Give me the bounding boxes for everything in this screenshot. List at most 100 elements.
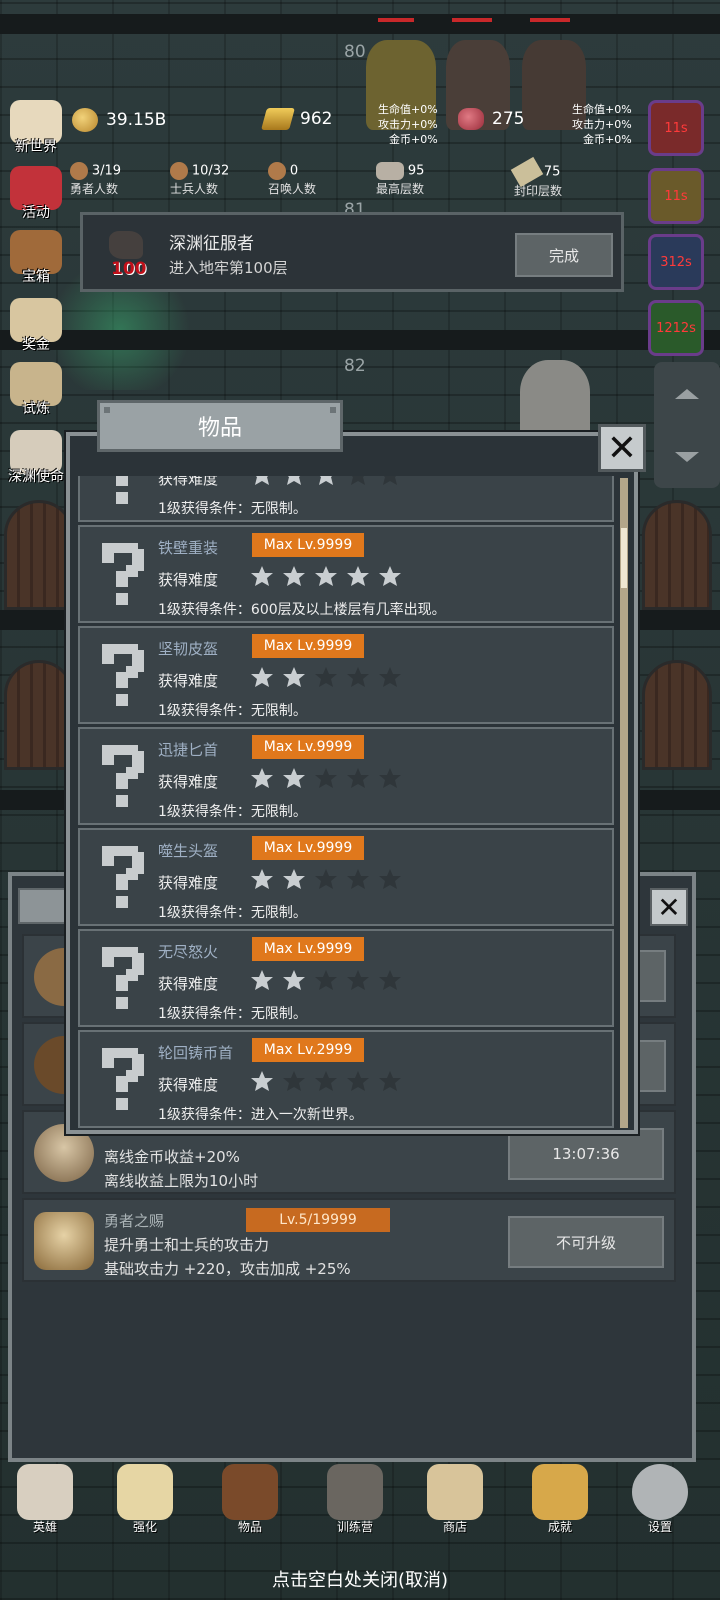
coin-icon: [72, 108, 98, 132]
nav-settings-icon: [632, 1464, 688, 1520]
item-condition: 1级获得条件：600层及以上楼层有几率出现。: [158, 602, 446, 618]
difficulty-label: 获得难度: [158, 672, 219, 690]
star-filled-icon: [283, 768, 305, 788]
item-name: 轮回铸币首: [158, 1044, 234, 1062]
item-name: 无尽怒火: [158, 943, 219, 961]
achievement-badge-icon: 100: [103, 227, 153, 281]
difficulty-label: 获得难度: [158, 975, 219, 993]
nav-shop-button[interactable]: 商店: [410, 1464, 500, 1535]
close-hint[interactable]: 点击空白处关闭(取消): [0, 1566, 720, 1592]
nav-hero-button[interactable]: 英雄: [0, 1464, 90, 1535]
nav-settings-button[interactable]: 设置: [615, 1464, 705, 1535]
mug-icon: [34, 1212, 94, 1270]
star-empty-icon: [379, 869, 401, 889]
item-condition: 1级获得条件：进入一次新世界。: [158, 1107, 363, 1123]
side-activity-button[interactable]: 活动: [2, 166, 70, 228]
item-card[interactable]: 噬生头盔 Max Lv.9999 获得难度 1级获得条件：无限制。: [78, 828, 614, 926]
item-card[interactable]: 坚韧皮盔 Max Lv.9999 获得难度 1级获得条件：无限制。: [78, 626, 614, 724]
item-card[interactable]: 迅捷匕首 Max Lv.9999 获得难度 1级获得条件：无限制。: [78, 727, 614, 825]
floor-scroll-control: [654, 362, 720, 488]
achievement-desc: 进入地牢第100层: [169, 259, 288, 277]
side-new-world-button[interactable]: 新世界: [2, 100, 70, 162]
difficulty-label: 获得难度: [158, 773, 219, 791]
nav-training-button[interactable]: 训练营: [310, 1464, 400, 1535]
item-name: 铁壁重装: [158, 539, 219, 557]
meat-counter: 275: [458, 108, 524, 130]
item-name: 噬生头盔: [158, 842, 219, 860]
side-menu-label: 宝箱: [22, 269, 50, 285]
star-empty-icon: [347, 667, 369, 687]
soldier-head-icon: [170, 162, 188, 180]
item-name: 迅捷匕首: [158, 741, 219, 759]
star-empty-icon: [383, 476, 397, 485]
item-condition: 1级获得条件：无限制。: [158, 1006, 307, 1022]
star-filled-icon: [287, 476, 301, 485]
side-treasure-button[interactable]: 宝箱: [2, 230, 70, 292]
item-condition: 1级获得条件：无限制。: [158, 501, 307, 517]
star-filled-icon: [283, 869, 305, 889]
side-reward-button[interactable]: 奖金: [2, 298, 70, 360]
side-abyss-button[interactable]: 深渊使命: [2, 430, 70, 492]
star-filled-icon: [251, 768, 273, 788]
star-empty-icon: [379, 768, 401, 788]
achievement-title: 深渊征服者: [169, 234, 254, 254]
item-name: 坚韧皮盔: [158, 640, 219, 658]
timer-badge[interactable]: 312s: [648, 234, 704, 290]
difficulty-stars: [250, 565, 402, 587]
timer-badge[interactable]: 1212s: [648, 300, 704, 356]
seal-floor: 75 封印层数: [510, 156, 562, 199]
item-card[interactable]: 铁壁重装 Max Lv.9999 获得难度 1级获得条件：600层及以上楼层有几率出现…: [78, 525, 614, 623]
item-card[interactable]: 轮回铸币首 Max Lv.2999 获得难度 1级获得条件：进入一次新世界。: [78, 1030, 614, 1128]
star-empty-icon: [315, 970, 337, 990]
timer-badge[interactable]: 11s: [648, 168, 704, 224]
gold-bar-icon: [261, 108, 295, 130]
scroll-up-button[interactable]: [675, 388, 699, 399]
item-card[interactable]: 获得难度 1级获得条件：无限制。: [78, 476, 614, 522]
nav-enhance-button[interactable]: 强化: [100, 1464, 190, 1535]
summon-head-icon: [268, 162, 286, 180]
nav-items-button[interactable]: 物品: [205, 1464, 295, 1535]
scroll-down-button[interactable]: [675, 451, 699, 462]
unknown-item-icon: [102, 745, 144, 807]
offline-timer-button[interactable]: 13:07:36: [508, 1128, 664, 1180]
star-filled-icon: [251, 1071, 273, 1091]
item-condition: 1级获得条件：无限制。: [158, 804, 307, 820]
star-empty-icon: [347, 970, 369, 990]
upgrade-disabled-button[interactable]: 不可升级: [508, 1216, 664, 1268]
nav-hero-icon: [17, 1464, 73, 1520]
side-trial-button[interactable]: 试炼: [2, 362, 70, 424]
item-list[interactable]: 获得难度 1级获得条件：无限制。 铁壁重装 Max Lv.9999 获得难度 1级获得条件…: [78, 476, 616, 1128]
difficulty-stars: [250, 868, 402, 890]
nav-label: 商店: [442, 1520, 467, 1534]
modal-title: 物品: [97, 400, 343, 452]
star-filled-icon: [255, 476, 269, 485]
star-filled-icon: [283, 566, 305, 586]
scrollbar-thumb[interactable]: [621, 528, 627, 588]
nav-achievement-button[interactable]: 成就: [515, 1464, 605, 1535]
coin-counter: 39.15B: [72, 108, 166, 132]
gold-counter: 962: [261, 108, 332, 130]
modal-close-button[interactable]: ✕: [598, 424, 646, 472]
item-card[interactable]: 无尽怒火 Max Lv.9999 获得难度 1级获得条件：无限制。: [78, 929, 614, 1027]
upgrade-close-button[interactable]: ✕: [650, 888, 688, 926]
nav-items-icon: [222, 1464, 278, 1520]
unknown-item-icon: [102, 543, 144, 605]
soldiers-count: 10/32 士兵人数: [170, 162, 230, 196]
meat-icon: [458, 108, 484, 130]
timer-badge[interactable]: 11s: [648, 100, 704, 156]
star-empty-icon: [351, 476, 365, 485]
bottom-nav: 英雄 强化 物品 训练营 商店 成就 设置: [0, 1464, 720, 1564]
achievement-banner: 100 深渊征服者 进入地牢第100层 完成: [80, 212, 624, 292]
star-empty-icon: [347, 869, 369, 889]
unknown-item-icon: [102, 1048, 144, 1110]
star-filled-icon: [315, 566, 337, 586]
side-menu-label: 活动: [22, 205, 50, 221]
item-max-level-badge: Max Lv.9999: [252, 836, 364, 860]
difficulty-stars: [250, 666, 402, 688]
star-filled-icon: [251, 970, 273, 990]
star-filled-icon: [347, 566, 369, 586]
star-empty-icon: [379, 667, 401, 687]
achievement-complete-button[interactable]: 完成: [515, 233, 613, 277]
item-max-level-badge: Max Lv.9999: [252, 735, 364, 759]
star-empty-icon: [347, 1071, 369, 1091]
